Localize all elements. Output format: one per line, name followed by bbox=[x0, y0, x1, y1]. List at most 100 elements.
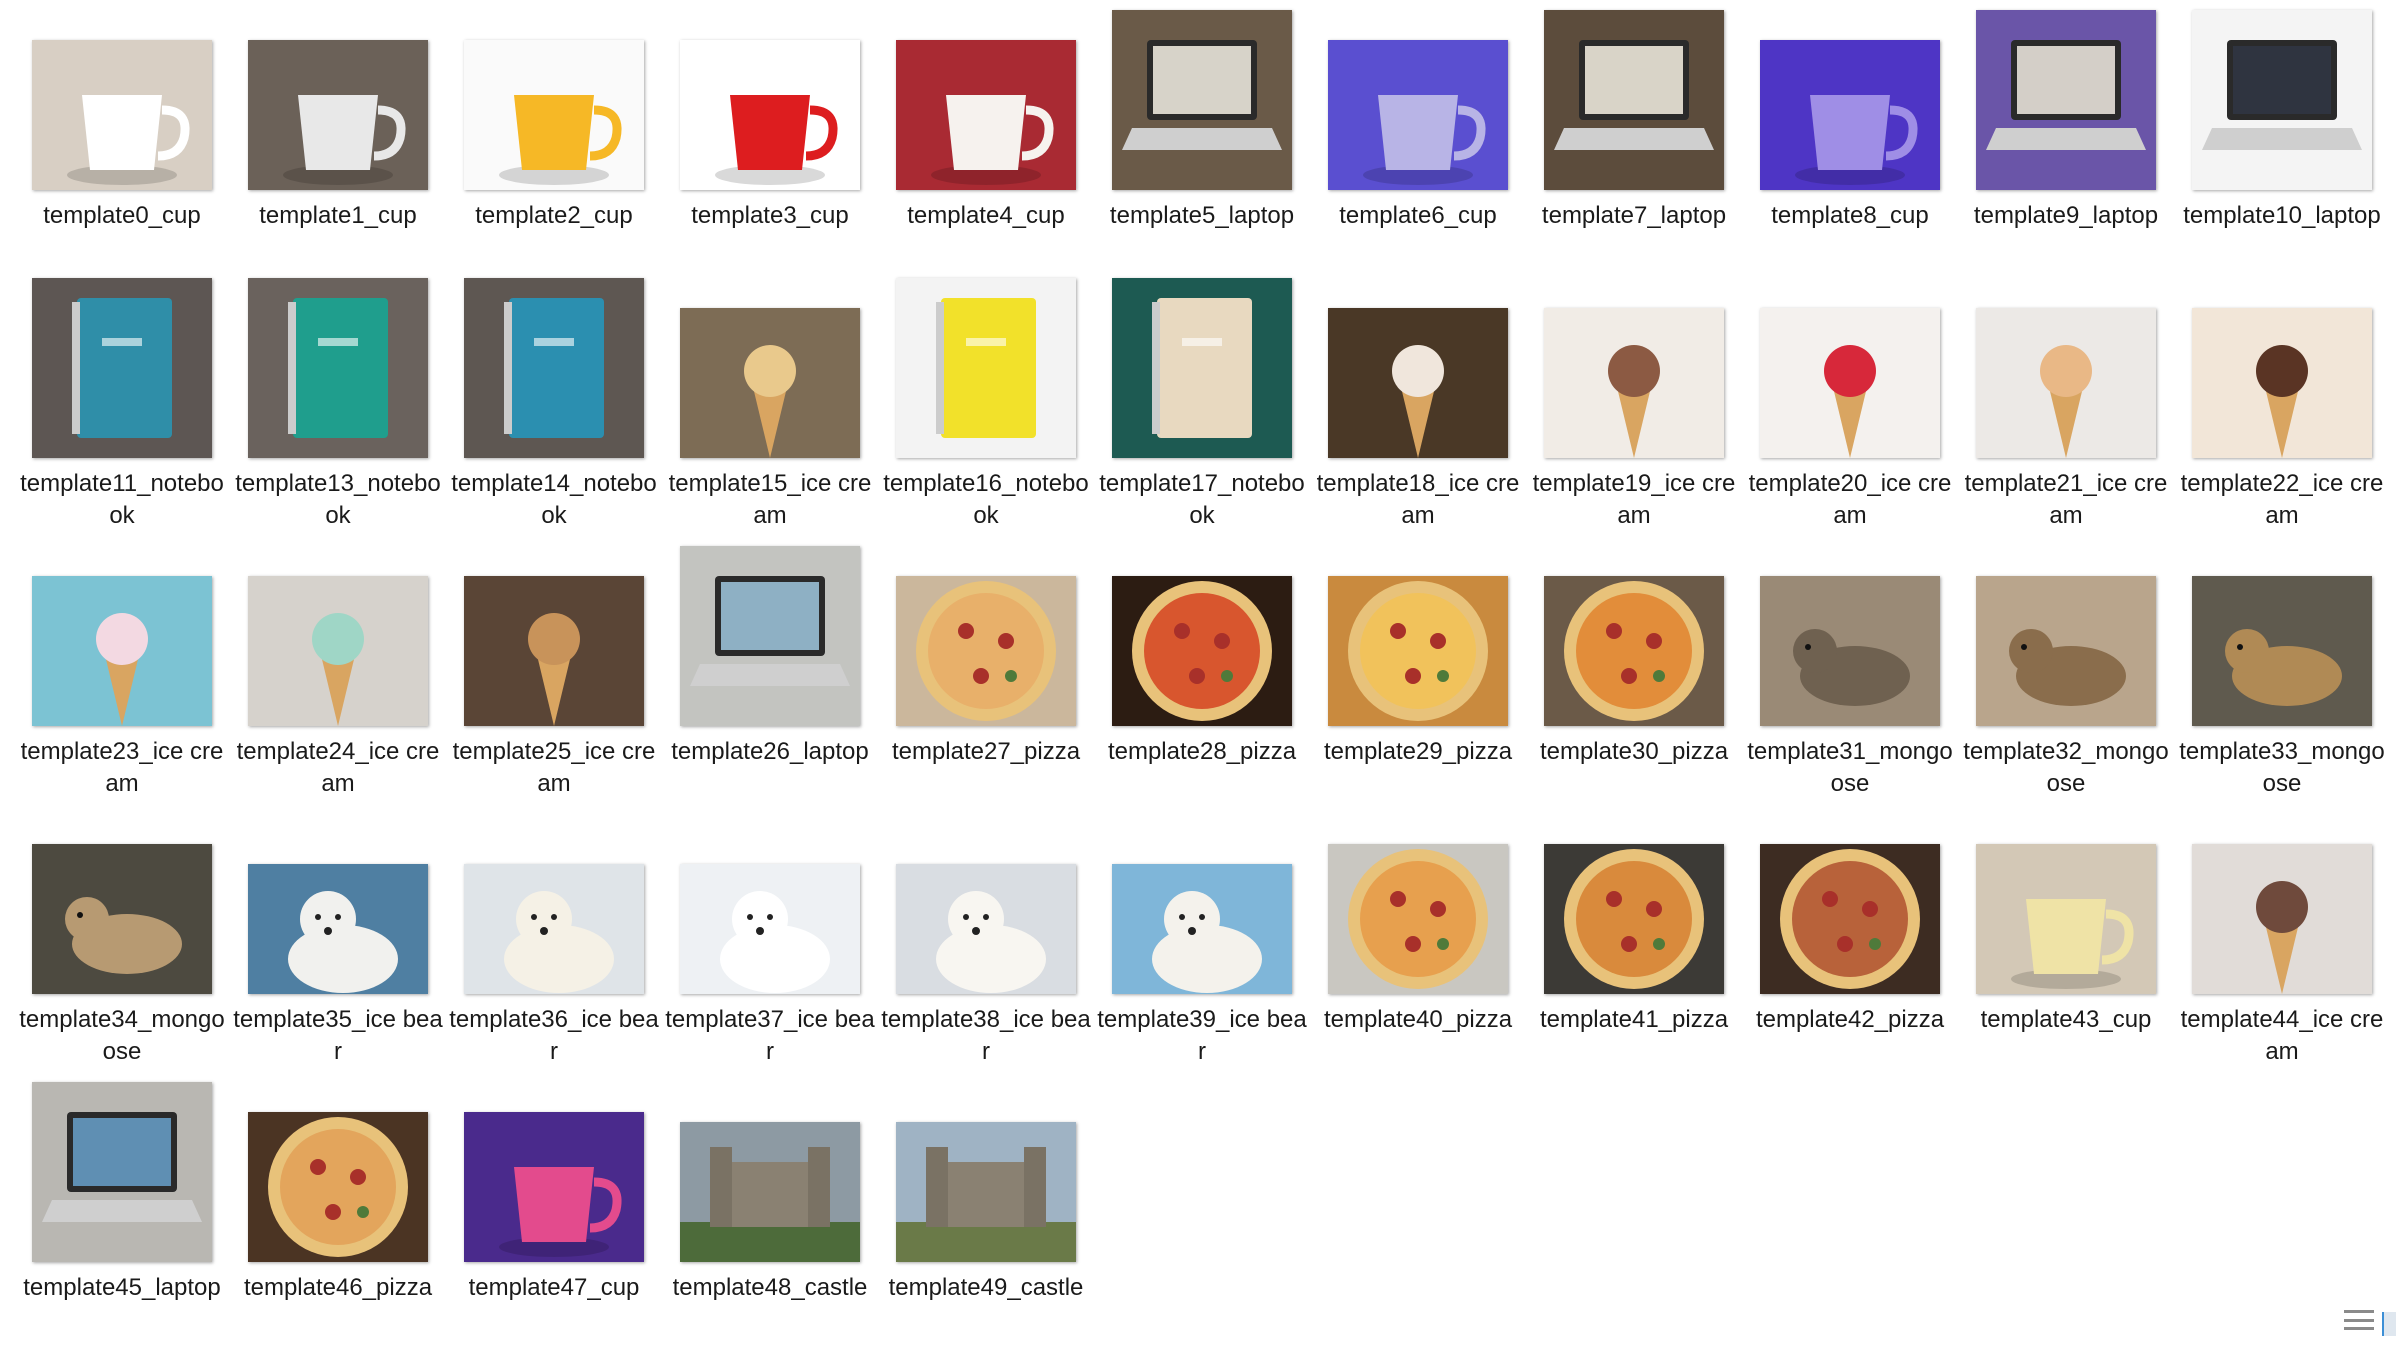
file-name-label: template9_laptop bbox=[1973, 202, 2159, 229]
file-item[interactable]: template36_ice bear bbox=[446, 812, 662, 1080]
file-item[interactable]: template5_laptop bbox=[1094, 8, 1310, 276]
icecream-thumbnail-icon bbox=[32, 576, 212, 726]
file-item[interactable]: template41_pizza bbox=[1526, 812, 1742, 1080]
scrollbar-edge[interactable] bbox=[2382, 1312, 2396, 1336]
castle-thumbnail-icon bbox=[896, 1122, 1076, 1262]
file-name-label: template41_pizza bbox=[1539, 1006, 1729, 1033]
file-name-label: template47_cup bbox=[468, 1274, 640, 1301]
file-item[interactable]: template13_notebook bbox=[230, 276, 446, 544]
file-item[interactable]: template21_ice cream bbox=[1958, 276, 2174, 544]
icecream-thumbnail-icon bbox=[1328, 308, 1508, 458]
icecream-thumbnail-icon bbox=[248, 576, 428, 726]
file-name-label: template1_cup bbox=[259, 202, 417, 229]
file-item[interactable]: template22_ice cream bbox=[2174, 276, 2390, 544]
file-name-label: template27_pizza bbox=[891, 738, 1081, 765]
animal-thumbnail-icon bbox=[1760, 576, 1940, 726]
file-item[interactable]: template44_ice cream bbox=[2174, 812, 2390, 1080]
file-item[interactable]: template8_cup bbox=[1742, 8, 1958, 276]
file-item[interactable]: template32_mongoose bbox=[1958, 544, 2174, 812]
file-name-label: template31_mongoose bbox=[1747, 738, 1953, 797]
file-item[interactable]: template33_mongoose bbox=[2174, 544, 2390, 812]
file-item[interactable]: template27_pizza bbox=[878, 544, 1094, 812]
file-item[interactable]: template18_ice cream bbox=[1310, 276, 1526, 544]
file-item[interactable]: template39_ice bear bbox=[1094, 812, 1310, 1080]
pizza-thumbnail-icon bbox=[1328, 576, 1508, 726]
file-item[interactable]: template35_ice bear bbox=[230, 812, 446, 1080]
bear-thumbnail-icon bbox=[248, 864, 428, 994]
icecream-thumbnail-icon bbox=[2192, 308, 2372, 458]
file-name-label: template39_ice bear bbox=[1097, 1006, 1307, 1065]
file-name-label: template30_pizza bbox=[1539, 738, 1729, 765]
animal-thumbnail-icon bbox=[32, 844, 212, 994]
file-item[interactable]: template46_pizza bbox=[230, 1080, 446, 1348]
file-item[interactable]: template25_ice cream bbox=[446, 544, 662, 812]
file-item[interactable]: template3_cup bbox=[662, 8, 878, 276]
file-name-label: template24_ice cream bbox=[236, 738, 440, 797]
file-item[interactable]: template31_mongoose bbox=[1742, 544, 1958, 812]
file-item[interactable]: template40_pizza bbox=[1310, 812, 1526, 1080]
notebook-thumbnail-icon bbox=[896, 278, 1076, 458]
file-item[interactable]: template1_cup bbox=[230, 8, 446, 276]
bear-thumbnail-icon bbox=[680, 864, 860, 994]
notebook-thumbnail-icon bbox=[32, 278, 212, 458]
file-item[interactable]: template34_mongoose bbox=[14, 812, 230, 1080]
file-name-label: template35_ice bear bbox=[233, 1006, 443, 1065]
file-item[interactable]: template17_notebook bbox=[1094, 276, 1310, 544]
file-name-label: template32_mongoose bbox=[1963, 738, 2169, 797]
file-name-label: template26_laptop bbox=[671, 738, 869, 765]
file-item[interactable]: template20_ice cream bbox=[1742, 276, 1958, 544]
file-item[interactable]: template11_notebook bbox=[14, 276, 230, 544]
cup-thumbnail-icon bbox=[896, 40, 1076, 190]
file-item[interactable]: template9_laptop bbox=[1958, 8, 2174, 276]
file-name-label: template40_pizza bbox=[1323, 1006, 1513, 1033]
file-item[interactable]: template4_cup bbox=[878, 8, 1094, 276]
icecream-thumbnail-icon bbox=[1760, 308, 1940, 458]
file-item[interactable]: template19_ice cream bbox=[1526, 276, 1742, 544]
file-item[interactable]: template2_cup bbox=[446, 8, 662, 276]
icecream-thumbnail-icon bbox=[1976, 308, 2156, 458]
file-item[interactable]: template29_pizza bbox=[1310, 544, 1526, 812]
file-name-label: template15_ice cream bbox=[668, 470, 872, 529]
file-item[interactable]: template7_laptop bbox=[1526, 8, 1742, 276]
file-item[interactable]: template28_pizza bbox=[1094, 544, 1310, 812]
file-name-label: template48_castle bbox=[672, 1274, 868, 1301]
file-item[interactable]: template14_notebook bbox=[446, 276, 662, 544]
file-item[interactable]: template0_cup bbox=[14, 8, 230, 276]
pizza-thumbnail-icon bbox=[1328, 844, 1508, 994]
file-item[interactable]: template37_ice bear bbox=[662, 812, 878, 1080]
file-item[interactable]: template42_pizza bbox=[1742, 812, 1958, 1080]
file-item[interactable]: template6_cup bbox=[1310, 8, 1526, 276]
icecream-thumbnail-icon bbox=[464, 576, 644, 726]
laptop-thumbnail-icon bbox=[1112, 10, 1292, 190]
cup-thumbnail-icon bbox=[1976, 844, 2156, 994]
file-item[interactable]: template48_castle bbox=[662, 1080, 878, 1348]
file-name-label: template34_mongoose bbox=[19, 1006, 225, 1065]
pizza-thumbnail-icon bbox=[1112, 576, 1292, 726]
file-item[interactable]: template45_laptop bbox=[14, 1080, 230, 1348]
file-name-label: template14_notebook bbox=[451, 470, 657, 529]
file-name-label: template23_ice cream bbox=[20, 738, 224, 797]
file-name-label: template42_pizza bbox=[1755, 1006, 1945, 1033]
details-view-icon[interactable] bbox=[2344, 1310, 2374, 1330]
file-name-label: template46_pizza bbox=[243, 1274, 433, 1301]
laptop-thumbnail-icon bbox=[1976, 10, 2156, 190]
file-item[interactable]: template24_ice cream bbox=[230, 544, 446, 812]
file-name-label: template17_notebook bbox=[1099, 470, 1305, 529]
file-item[interactable]: template49_castle bbox=[878, 1080, 1094, 1348]
file-item[interactable]: template15_ice cream bbox=[662, 276, 878, 544]
file-item[interactable]: template47_cup bbox=[446, 1080, 662, 1348]
file-name-label: template19_ice cream bbox=[1532, 470, 1736, 529]
file-item[interactable]: template10_laptop bbox=[2174, 8, 2390, 276]
pizza-thumbnail-icon bbox=[896, 576, 1076, 726]
file-name-label: template22_ice cream bbox=[2180, 470, 2384, 529]
file-item[interactable]: template38_ice bear bbox=[878, 812, 1094, 1080]
file-item[interactable]: template43_cup bbox=[1958, 812, 2174, 1080]
file-item[interactable]: template23_ice cream bbox=[14, 544, 230, 812]
file-name-label: template25_ice cream bbox=[452, 738, 656, 797]
file-item[interactable]: template26_laptop bbox=[662, 544, 878, 812]
file-item[interactable]: template30_pizza bbox=[1526, 544, 1742, 812]
pizza-thumbnail-icon bbox=[248, 1112, 428, 1262]
file-name-label: template3_cup bbox=[691, 202, 849, 229]
bear-thumbnail-icon bbox=[464, 864, 644, 994]
file-item[interactable]: template16_notebook bbox=[878, 276, 1094, 544]
